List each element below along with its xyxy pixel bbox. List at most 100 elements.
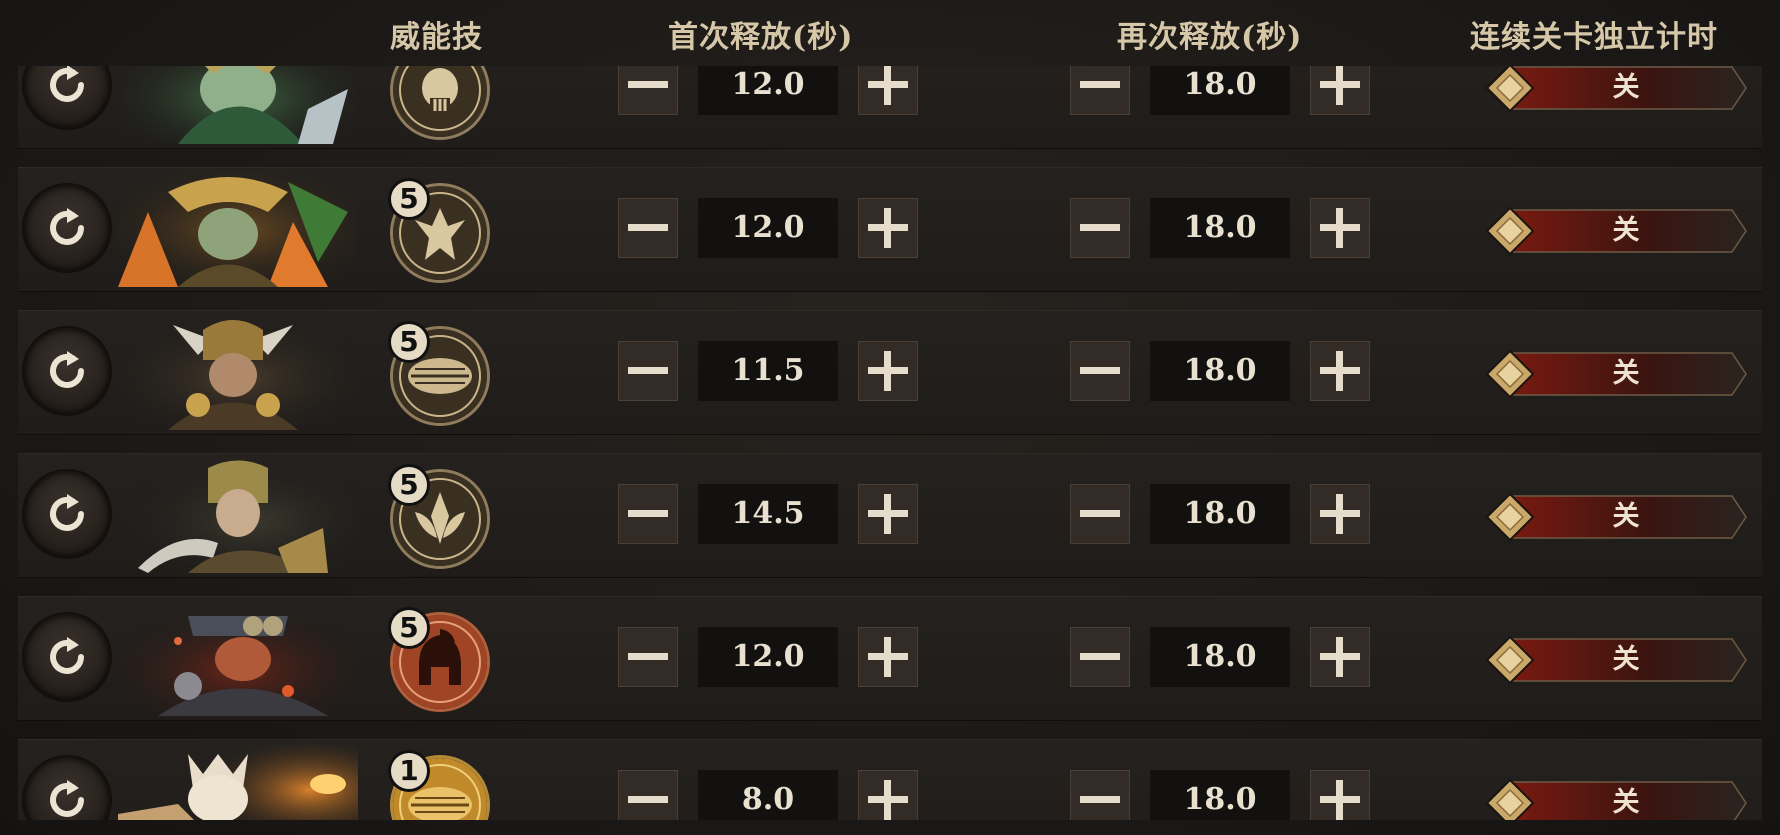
reset-button[interactable] [24,471,110,557]
refresh-icon [50,66,84,102]
repeat-release-value[interactable]: 18.0 [1150,341,1290,401]
minus-icon [628,796,668,803]
repeat-increase-button[interactable] [1310,770,1370,820]
first-increase-button[interactable] [858,66,918,115]
plus-icon [1320,208,1360,248]
toggle-label: 关 [1612,787,1640,818]
independent-timer-toggle[interactable]: 关 [1486,66,1748,113]
first-release-value[interactable]: 12.0 [698,66,838,115]
skill-level-badge: 5 [388,178,430,220]
minus-icon [1080,796,1120,803]
first-increase-button[interactable] [858,627,918,687]
repeat-increase-button[interactable] [1310,198,1370,258]
plus-icon [868,780,908,820]
first-increase-button[interactable] [858,770,918,820]
minus-icon [1080,653,1120,660]
hero-row: 5 12.0 18.0 关 [18,596,1762,721]
repeat-increase-button[interactable] [1310,66,1370,115]
first-release-value[interactable]: 14.5 [698,484,838,544]
repeat-decrease-button[interactable] [1070,66,1130,115]
independent-timer-toggle[interactable]: 关 [1486,349,1748,399]
repeat-increase-button[interactable] [1310,484,1370,544]
skill-level-badge: 1 [388,750,430,792]
hero-portrait [118,315,358,430]
repeat-decrease-button[interactable] [1070,770,1130,820]
plus-icon [868,208,908,248]
first-release-value[interactable]: 12.0 [698,627,838,687]
hero-row: 1 8.0 18.0 关 [18,739,1762,820]
plus-icon [868,494,908,534]
hero-row: 5 11.5 18.0 关 [18,310,1762,435]
plus-icon [1320,637,1360,677]
header-independent-timer: 连续关卡独立计时 [1470,20,1718,55]
hero-portrait [118,172,358,287]
toggle-label: 关 [1612,72,1640,103]
repeat-release-value[interactable]: 18.0 [1150,770,1290,820]
plus-icon [1320,780,1360,820]
plus-icon [868,66,908,105]
first-decrease-button[interactable] [618,341,678,401]
minus-icon [628,81,668,88]
repeat-decrease-button[interactable] [1070,627,1130,687]
toggle-label: 关 [1612,644,1640,675]
repeat-release-value[interactable]: 18.0 [1150,484,1290,544]
minus-icon [628,653,668,660]
hero-portrait [118,744,358,820]
first-release-value[interactable]: 12.0 [698,198,838,258]
first-release-value[interactable]: 8.0 [698,770,838,820]
repeat-release-value[interactable]: 18.0 [1150,627,1290,687]
repeat-decrease-button[interactable] [1070,198,1130,258]
skull-emblem-icon[interactable] [390,66,490,140]
minus-icon [1080,367,1120,374]
first-increase-button[interactable] [858,198,918,258]
independent-timer-toggle[interactable]: 关 [1486,778,1748,820]
reset-button[interactable] [24,328,110,414]
independent-timer-toggle[interactable]: 关 [1486,206,1748,256]
plus-icon [1320,494,1360,534]
first-release-value[interactable]: 11.5 [698,341,838,401]
first-decrease-button[interactable] [618,198,678,258]
repeat-release-value[interactable]: 18.0 [1150,66,1290,115]
refresh-icon [50,780,84,817]
reset-button[interactable] [24,614,110,700]
first-increase-button[interactable] [858,484,918,544]
minus-icon [1080,224,1120,231]
hero-portrait [118,458,358,573]
independent-timer-toggle[interactable]: 关 [1486,635,1748,685]
repeat-decrease-button[interactable] [1070,341,1130,401]
refresh-icon [50,637,84,674]
reset-button[interactable] [24,66,110,128]
hero-row: 5 14.5 18.0 关 [18,453,1762,578]
minus-icon [1080,510,1120,517]
hero-skill-list[interactable]: 12.0 18.0 关 5 12.0 18.0 关 5 11.5 18.0 关 … [0,66,1780,820]
skill-level-badge: 5 [388,464,430,506]
toggle-label: 关 [1612,215,1640,246]
first-decrease-button[interactable] [618,627,678,687]
refresh-icon [50,208,84,245]
reset-button[interactable] [24,757,110,820]
repeat-release-value[interactable]: 18.0 [1150,198,1290,258]
header-first-release: 首次释放(秒) [668,20,854,55]
minus-icon [628,510,668,517]
skill-level-badge: 5 [388,607,430,649]
independent-timer-toggle[interactable]: 关 [1486,492,1748,542]
first-decrease-button[interactable] [618,66,678,115]
first-decrease-button[interactable] [618,770,678,820]
toggle-label: 关 [1612,358,1640,389]
refresh-icon [50,494,84,531]
plus-icon [1320,351,1360,391]
hero-portrait [118,601,358,716]
minus-icon [1080,81,1120,88]
first-increase-button[interactable] [858,341,918,401]
minus-icon [628,224,668,231]
plus-icon [868,351,908,391]
repeat-increase-button[interactable] [1310,627,1370,687]
reset-button[interactable] [24,185,110,271]
header-repeat-release: 再次释放(秒) [1117,20,1303,55]
first-decrease-button[interactable] [618,484,678,544]
repeat-increase-button[interactable] [1310,341,1370,401]
header-skill: 威能技 [390,20,483,55]
hero-portrait [118,66,358,144]
plus-icon [1320,66,1360,105]
repeat-decrease-button[interactable] [1070,484,1130,544]
